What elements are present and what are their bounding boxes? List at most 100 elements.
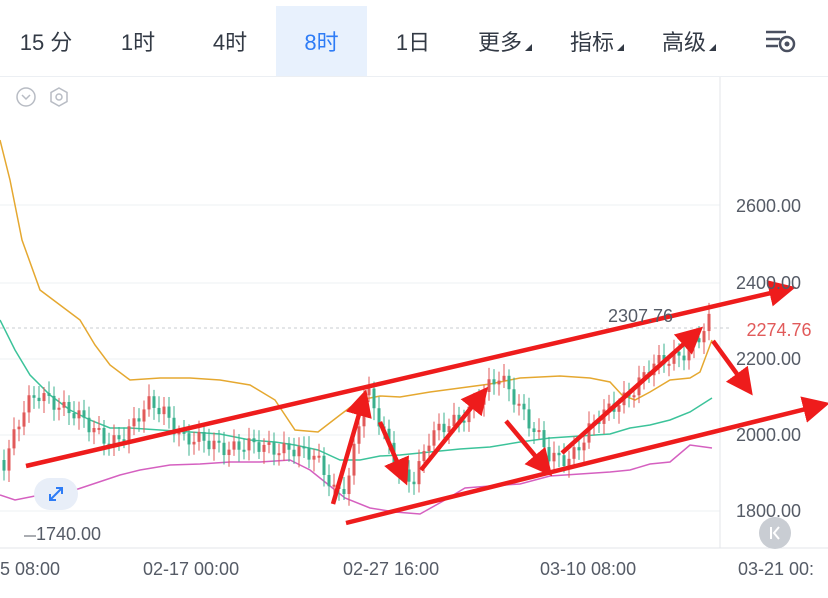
candle-body	[497, 380, 501, 385]
candle-body	[287, 443, 291, 450]
candle-body	[412, 481, 416, 485]
candle-body	[582, 442, 586, 451]
candle-body	[247, 438, 251, 451]
candle-body	[322, 455, 326, 475]
candle-body	[277, 453, 281, 456]
min-price-label: 1740.00	[36, 524, 102, 544]
candle-body	[632, 395, 636, 398]
candle-body	[62, 401, 66, 408]
candle-body	[492, 379, 496, 385]
swing-arrow	[377, 421, 409, 486]
tab-8h[interactable]: 8时	[276, 6, 367, 76]
candle-body	[72, 413, 76, 419]
candle-body	[502, 375, 506, 381]
candle-body	[192, 441, 196, 445]
candle-body	[347, 475, 351, 495]
candle-body	[372, 388, 376, 409]
max-price-label: 2307.76	[608, 306, 674, 326]
candle-body	[327, 474, 331, 487]
tab-4h[interactable]: 4时	[184, 6, 276, 76]
dropdown-triangle-icon	[617, 43, 624, 51]
candle-body	[487, 379, 491, 392]
candle-body	[517, 403, 521, 406]
candlestick-chart[interactable]	[0, 77, 828, 598]
candle-body	[367, 388, 371, 396]
candle-body	[142, 409, 146, 422]
tab-label: 4时	[212, 30, 248, 55]
candle-body	[562, 455, 566, 467]
candle-body	[127, 426, 131, 442]
candle-body	[577, 447, 581, 451]
candle-body	[87, 417, 91, 433]
candle-body	[242, 449, 246, 452]
candle-body	[232, 441, 236, 450]
candle-body	[212, 440, 216, 450]
last-price-tag: 2274.76	[730, 317, 828, 343]
candle-body	[97, 427, 101, 430]
tab-advanced[interactable]: 高级	[643, 6, 735, 76]
candle-body	[37, 397, 41, 402]
tab-label: 8时	[304, 30, 339, 55]
candle-body	[432, 430, 436, 446]
candle-body	[237, 441, 241, 450]
tab-indicators[interactable]: 指标	[551, 6, 643, 76]
candle-body	[537, 430, 541, 433]
candle-body	[197, 431, 201, 442]
candle-body	[437, 423, 441, 431]
candle-body	[222, 442, 226, 456]
candle-body	[182, 431, 186, 434]
candle-body	[507, 375, 511, 390]
x-axis-label: 03-21 00:	[738, 559, 815, 579]
candle-body	[17, 426, 21, 430]
chart-settings-icon[interactable]	[760, 24, 800, 56]
candle-body	[67, 401, 71, 414]
candle-body	[422, 451, 426, 462]
candle-body	[547, 447, 551, 462]
candle-body	[667, 363, 671, 366]
candle-body	[207, 440, 211, 450]
x-axis-label: 03-10 08:00	[540, 559, 637, 579]
candle-body	[2, 460, 6, 471]
candle-body	[512, 389, 516, 405]
tab-1h[interactable]: 1时	[92, 6, 184, 76]
candle-body	[427, 445, 431, 452]
tab-more[interactable]: 更多	[459, 6, 551, 76]
expand-arrows-icon[interactable]	[34, 478, 78, 510]
swing-arrow	[419, 386, 489, 472]
candle-body	[7, 448, 11, 471]
candle-body	[522, 403, 526, 410]
dropdown-triangle-icon	[525, 43, 532, 51]
lower-band-line	[0, 444, 713, 515]
candle-body	[102, 427, 106, 444]
candle-body	[167, 406, 171, 418]
candle-body	[702, 331, 706, 343]
tab-label: 1日	[395, 30, 431, 55]
x-axis-label: 02-17 00:00	[143, 559, 240, 579]
candle-body	[202, 431, 206, 441]
candle-body	[32, 395, 36, 398]
candle-body	[217, 440, 221, 443]
candle-body	[542, 430, 546, 448]
x-axis-label: 02-27 16:00	[343, 559, 440, 579]
candle-body	[252, 438, 256, 443]
candle-body	[557, 452, 561, 456]
candle-body	[227, 449, 231, 456]
double-chevron-left-icon[interactable]	[759, 517, 791, 549]
candle-body	[697, 338, 701, 343]
candle-body	[117, 435, 121, 440]
candle-body	[187, 433, 191, 445]
candle-body	[12, 429, 16, 449]
candle-body	[307, 447, 311, 460]
tab-label: 指标	[569, 30, 614, 55]
candle-body	[282, 443, 286, 454]
candle-body	[442, 423, 446, 433]
candle-body	[617, 405, 621, 412]
candle-body	[52, 395, 56, 410]
candle-body	[162, 406, 166, 415]
tab-1d[interactable]: 1日	[367, 6, 459, 76]
candle-body	[297, 446, 301, 457]
tab-label: 15 分	[19, 30, 73, 55]
candle-body	[267, 442, 271, 445]
tab-15min[interactable]: 15 分	[0, 6, 92, 76]
candle-body	[342, 488, 346, 495]
